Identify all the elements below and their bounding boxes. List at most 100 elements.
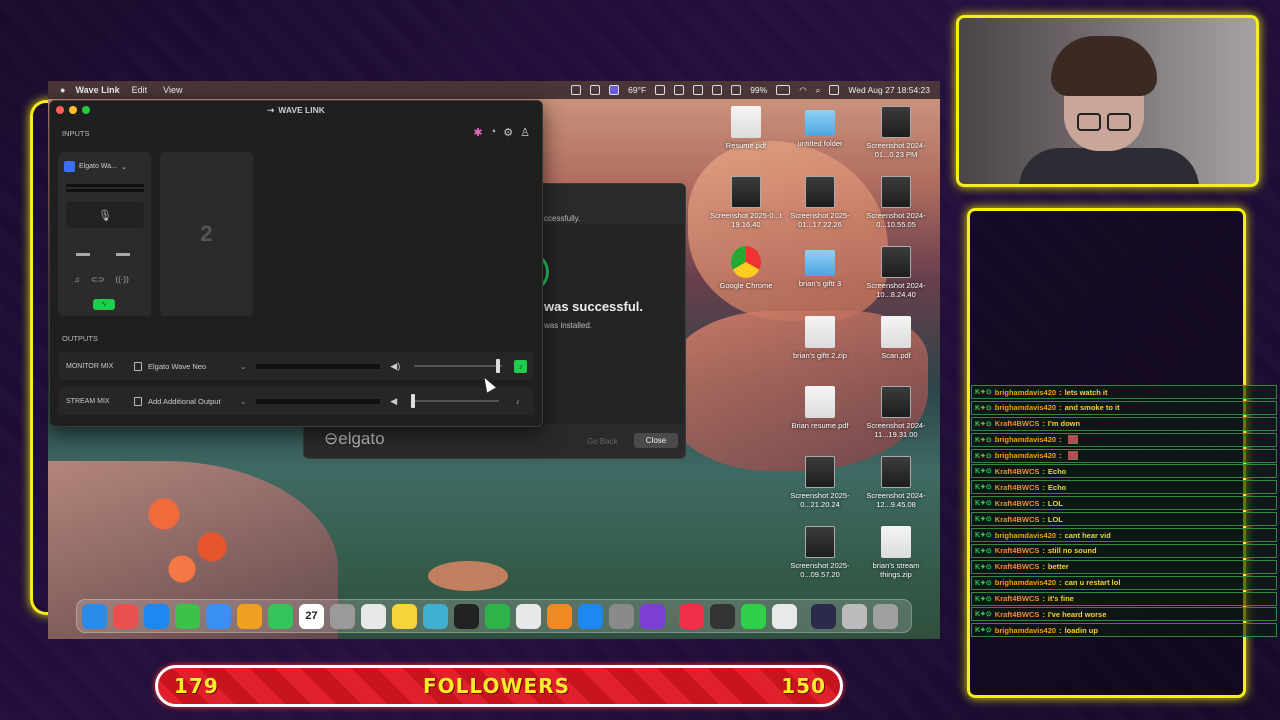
dock-app-icon[interactable] xyxy=(772,603,797,629)
weather-text[interactable]: 69°F xyxy=(628,85,646,95)
status-icon[interactable] xyxy=(609,85,620,95)
apple-icon[interactable]: ● xyxy=(60,85,65,95)
dock-app-icon[interactable] xyxy=(206,603,231,629)
chat-text: LOL xyxy=(1047,498,1063,508)
dock-app-icon[interactable] xyxy=(392,603,417,629)
battery-text[interactable]: 99% xyxy=(750,85,767,95)
status-icon[interactable] xyxy=(571,85,582,95)
slider-knob[interactable] xyxy=(411,394,416,408)
wifi-icon[interactable]: ◠ xyxy=(799,85,806,96)
status-icon[interactable] xyxy=(731,85,742,95)
dock-app-icon[interactable] xyxy=(547,603,572,629)
dock-app-icon[interactable] xyxy=(113,603,138,629)
dock-app-icon[interactable] xyxy=(454,603,479,629)
speaker-icon[interactable]: ◀) xyxy=(390,361,400,372)
desktop-icon[interactable]: Screenshot 2024-10...8.24.40 xyxy=(858,246,934,299)
chat-separator: : xyxy=(1059,625,1062,635)
status-icon[interactable] xyxy=(712,85,723,95)
status-icon[interactable] xyxy=(655,85,666,95)
ear-monitor-icon[interactable]: ♪ xyxy=(514,359,528,373)
menu-edit[interactable]: Edit xyxy=(132,85,148,95)
mix-slider[interactable] xyxy=(116,253,130,256)
dock-app-icon[interactable] xyxy=(679,603,704,629)
desktop-icon[interactable]: brian's stream things.zip xyxy=(858,526,934,579)
glasses-icon xyxy=(1107,113,1131,131)
speaker-icon[interactable]: ◀ xyxy=(390,396,397,407)
zoom-window-icon[interactable] xyxy=(82,106,90,114)
desktop-icon[interactable]: brian's giftt 2.zip xyxy=(782,316,858,360)
dock-app-icon[interactable] xyxy=(516,603,541,629)
desktop-icon[interactable]: Screenshot 2025-0...t 19.16.40 xyxy=(708,176,784,229)
desktop-icon[interactable]: Scan.pdf xyxy=(858,316,934,360)
datetime-text[interactable]: Wed Aug 27 18:54:23 xyxy=(848,85,930,95)
desktop-icon[interactable]: Screenshot 2024-0...10.55.05 xyxy=(858,176,934,229)
search-icon[interactable]: ⌕ xyxy=(816,85,821,96)
dock-app-icon[interactable] xyxy=(268,603,293,629)
broadcast-icon[interactable]: ((·)) xyxy=(115,275,128,284)
status-icon[interactable] xyxy=(590,85,601,95)
desktop-icon[interactable]: untitled folder xyxy=(782,106,858,148)
dock-app-icon[interactable] xyxy=(175,603,200,629)
dock-app-icon[interactable] xyxy=(237,603,262,629)
desktop-icon[interactable]: Screenshot 2024-11...19.31.00 xyxy=(858,386,934,439)
link-icon[interactable]: ⊂⊃ xyxy=(91,275,104,284)
gear-icon[interactable]: ⚙ xyxy=(503,126,513,139)
headphones-icon[interactable]: ◔ xyxy=(490,126,497,139)
menu-app-name[interactable]: Wave Link xyxy=(75,85,119,95)
slider-knob[interactable] xyxy=(495,359,500,373)
volume-slider[interactable] xyxy=(414,359,503,373)
dock-app-icon[interactable] xyxy=(710,603,735,629)
dock-app-icon[interactable] xyxy=(873,603,898,629)
desktop-icon[interactable]: Brian resume.pdf xyxy=(782,386,858,430)
headphones-icon[interactable]: ♫ xyxy=(74,275,80,284)
dock-app-icon[interactable] xyxy=(842,603,867,629)
go-back-button[interactable]: Go Back xyxy=(587,437,618,446)
menu-view[interactable]: View xyxy=(163,85,182,95)
chat-username: brighamdavis420 xyxy=(994,435,1057,445)
desktop-icon[interactable]: Google Chrome xyxy=(708,246,784,290)
dock-app-icon[interactable] xyxy=(423,603,448,629)
minimize-window-icon[interactable] xyxy=(69,106,77,114)
dock-app-icon[interactable] xyxy=(144,603,169,629)
close-window-icon[interactable] xyxy=(56,106,64,114)
desktop-icon[interactable]: Screenshot 2025-0...09.57.20 xyxy=(782,526,858,579)
user-icon[interactable]: ♙ xyxy=(520,126,530,139)
chat-separator: : xyxy=(1042,482,1045,492)
badge-icons: K✦⊙ xyxy=(975,627,992,635)
status-icon[interactable] xyxy=(674,85,685,95)
window-titlebar[interactable]: ⇢ WAVE LINK xyxy=(50,101,542,119)
battery-icon[interactable] xyxy=(776,85,791,95)
desktop-icon[interactable]: Screenshot 2025-0...21.20.24 xyxy=(782,456,858,509)
desktop-icon[interactable]: Screenshot 2024-12...9.45.08 xyxy=(858,456,934,509)
volume-slider[interactable] xyxy=(411,394,500,408)
desktop-icon[interactable]: Screenshot 2025-01...17.22.26 xyxy=(782,176,858,229)
empty-input-slot[interactable]: 2 xyxy=(160,152,253,316)
input-device-select[interactable]: Elgato Wa... ⌄ xyxy=(64,159,144,174)
desktop-icon[interactable]: Screenshot 2024-01...0.23 PM xyxy=(858,106,934,159)
dock-app-icon[interactable] xyxy=(361,603,386,629)
dock-app-icon[interactable] xyxy=(609,603,634,629)
apps-icon[interactable]: ✱ xyxy=(473,126,482,139)
chevron-down-icon[interactable]: ⌄ xyxy=(240,397,246,406)
status-icon[interactable] xyxy=(693,85,704,95)
chat-username: brighamdavis420 xyxy=(994,530,1057,540)
calendar-icon[interactable]: 27 xyxy=(299,603,324,629)
output-device-select[interactable]: Elgato Wave Neo xyxy=(134,361,244,371)
close-button[interactable]: Close xyxy=(634,433,678,448)
dock-app-icon[interactable] xyxy=(741,603,766,629)
mic-mute-button[interactable]: 🎙 xyxy=(66,202,144,228)
effects-toggle[interactable]: ∿ xyxy=(93,299,115,310)
dock-app-icon[interactable] xyxy=(578,603,603,629)
desktop-icon[interactable]: Resume.pdf xyxy=(708,106,784,150)
dock-app-icon[interactable] xyxy=(330,603,355,629)
mix-slider[interactable] xyxy=(76,253,90,256)
control-center-icon[interactable] xyxy=(829,85,840,95)
desktop-icon[interactable]: brian's giftt 3 xyxy=(782,246,858,288)
ear-monitor-icon[interactable]: ♪ xyxy=(511,395,524,408)
dock-app-icon[interactable] xyxy=(811,603,836,629)
dock-app-icon[interactable] xyxy=(640,603,665,629)
dock-app-icon[interactable] xyxy=(485,603,510,629)
chevron-down-icon[interactable]: ⌄ xyxy=(240,362,246,371)
dock-app-icon[interactable] xyxy=(82,603,107,629)
output-device-select[interactable]: Add Additional Output xyxy=(134,396,244,406)
